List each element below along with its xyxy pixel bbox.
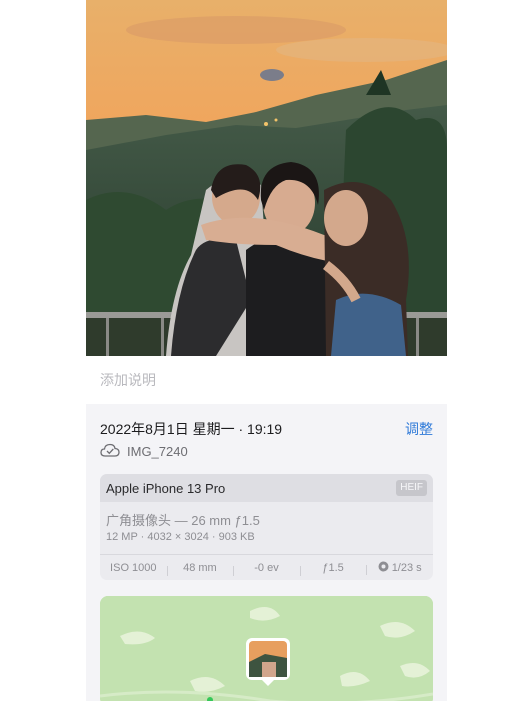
exif-exposure-value: -0 ev (233, 562, 300, 576)
exif-focal-length: 48 mm (166, 562, 234, 576)
image-specs: 12 MP · 4032 × 3024 · 903 KB (106, 531, 255, 543)
photo-detail-screen: 添加说明 2022年8月1日 星期一 · 19:19 调整 IMG_7240 A… (86, 0, 447, 701)
exif-shutter: 1/23 s (366, 561, 433, 575)
camera-header: Apple iPhone 13 Pro HEIF (100, 474, 433, 502)
exif-iso: ISO 1000 (110, 562, 157, 574)
cloud-check-icon (100, 443, 120, 460)
file-info: IMG_7240 (100, 442, 188, 460)
file-name: IMG_7240 (127, 443, 188, 459)
photo-location-pin[interactable] (246, 638, 290, 686)
location-map[interactable] (100, 596, 433, 701)
aperture-icon (378, 561, 389, 575)
camera-info-card: Apple iPhone 13 Pro HEIF 广角摄像头 — 26 mm ƒ… (100, 474, 433, 580)
sunset-group-photo (86, 0, 447, 356)
format-badge: HEIF (396, 480, 427, 496)
shutter-speed: 1/23 s (391, 562, 422, 574)
lens-info: 广角摄像头 — 26 mm ƒ1.5 (106, 513, 260, 528)
caption-placeholder[interactable]: 添加说明 (100, 370, 156, 390)
photo-info-panel: 2022年8月1日 星期一 · 19:19 调整 IMG_7240 Apple … (86, 404, 447, 701)
adjust-button[interactable]: 调整 (405, 419, 433, 439)
exif-row: ISO 1000 48 mm -0 ev ƒ1.5 1/23 s (100, 554, 433, 580)
photo-view[interactable] (86, 0, 447, 356)
camera-model: Apple iPhone 13 Pro (106, 481, 226, 496)
exif-aperture: ƒ1.5 (299, 562, 367, 576)
date-time: 2022年8月1日 星期一 · 19:19 (100, 421, 283, 437)
